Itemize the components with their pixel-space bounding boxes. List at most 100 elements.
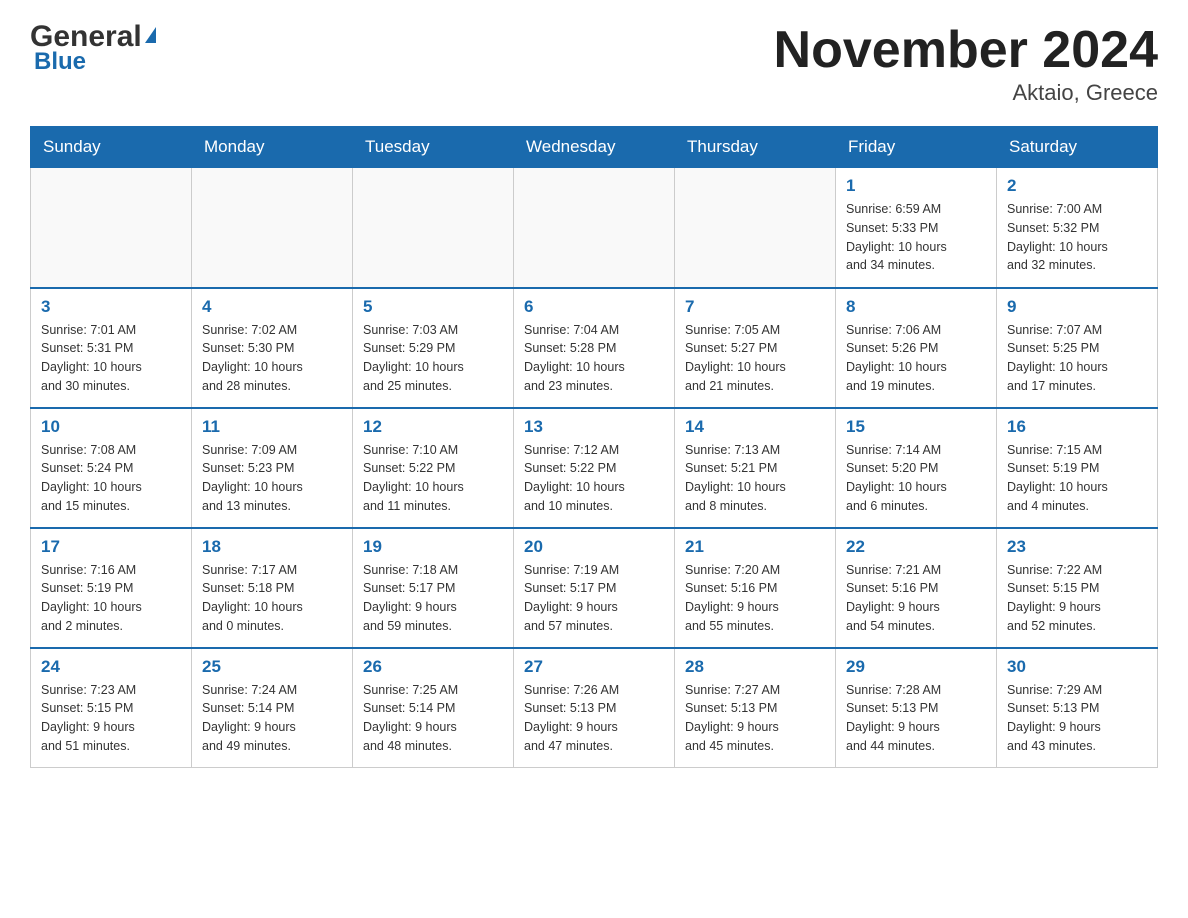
day-number: 4 [202,297,342,317]
day-info: Sunrise: 7:01 AM Sunset: 5:31 PM Dayligh… [41,321,181,396]
calendar-cell: 16 Sunrise: 7:15 AM Sunset: 5:19 PM Dayli… [997,408,1158,528]
header-saturday: Saturday [997,127,1158,168]
day-info: Sunrise: 7:13 AM Sunset: 5:21 PM Dayligh… [685,441,825,516]
day-info: Sunrise: 6:59 AM Sunset: 5:33 PM Dayligh… [846,200,986,275]
day-number: 28 [685,657,825,677]
day-number: 27 [524,657,664,677]
calendar-cell: 3 Sunrise: 7:01 AM Sunset: 5:31 PM Daylig… [31,288,192,408]
title-block: November 2024 Aktaio, Greece [774,20,1158,106]
day-number: 19 [363,537,503,557]
day-info: Sunrise: 7:24 AM Sunset: 5:14 PM Dayligh… [202,681,342,756]
day-info: Sunrise: 7:20 AM Sunset: 5:16 PM Dayligh… [685,561,825,636]
day-info: Sunrise: 7:17 AM Sunset: 5:18 PM Dayligh… [202,561,342,636]
calendar-table: SundayMondayTuesdayWednesdayThursdayFrid… [30,126,1158,768]
calendar-cell [192,168,353,288]
day-info: Sunrise: 7:16 AM Sunset: 5:19 PM Dayligh… [41,561,181,636]
calendar-cell: 14 Sunrise: 7:13 AM Sunset: 5:21 PM Dayli… [675,408,836,528]
calendar-cell: 8Sunrise: 7:06 AM Sunset: 5:26 PM Daylig… [836,288,997,408]
month-title: November 2024 [774,20,1158,80]
calendar-cell: 24 Sunrise: 7:23 AM Sunset: 5:15 PM Dayli… [31,648,192,768]
calendar-cell [675,168,836,288]
day-number: 26 [363,657,503,677]
day-number: 25 [202,657,342,677]
day-info: Sunrise: 7:06 AM Sunset: 5:26 PM Dayligh… [846,321,986,396]
calendar-cell: 22Sunrise: 7:21 AM Sunset: 5:16 PM Dayli… [836,528,997,648]
day-number: 13 [524,417,664,437]
day-info: Sunrise: 7:19 AM Sunset: 5:17 PM Dayligh… [524,561,664,636]
day-number: 3 [41,297,181,317]
calendar-cell: 10 Sunrise: 7:08 AM Sunset: 5:24 PM Dayli… [31,408,192,528]
day-info: Sunrise: 7:23 AM Sunset: 5:15 PM Dayligh… [41,681,181,756]
calendar-cell: 4 Sunrise: 7:02 AM Sunset: 5:30 PM Daylig… [192,288,353,408]
day-number: 20 [524,537,664,557]
calendar-cell: 20 Sunrise: 7:19 AM Sunset: 5:17 PM Dayli… [514,528,675,648]
day-info: Sunrise: 7:26 AM Sunset: 5:13 PM Dayligh… [524,681,664,756]
logo-triangle-icon [145,27,156,43]
day-number: 14 [685,417,825,437]
day-info: Sunrise: 7:14 AM Sunset: 5:20 PM Dayligh… [846,441,986,516]
calendar-cell: 9 Sunrise: 7:07 AM Sunset: 5:25 PM Daylig… [997,288,1158,408]
day-info: Sunrise: 7:15 AM Sunset: 5:19 PM Dayligh… [1007,441,1147,516]
day-info: Sunrise: 7:09 AM Sunset: 5:23 PM Dayligh… [202,441,342,516]
week-row-3: 17Sunrise: 7:16 AM Sunset: 5:19 PM Dayli… [31,528,1158,648]
calendar-cell: 6 Sunrise: 7:04 AM Sunset: 5:28 PM Daylig… [514,288,675,408]
header-wednesday: Wednesday [514,127,675,168]
calendar-cell: 19 Sunrise: 7:18 AM Sunset: 5:17 PM Dayli… [353,528,514,648]
day-info: Sunrise: 7:05 AM Sunset: 5:27 PM Dayligh… [685,321,825,396]
header-thursday: Thursday [675,127,836,168]
calendar-cell: 5Sunrise: 7:03 AM Sunset: 5:29 PM Daylig… [353,288,514,408]
calendar-cell: 29 Sunrise: 7:28 AM Sunset: 5:13 PM Dayli… [836,648,997,768]
day-info: Sunrise: 7:04 AM Sunset: 5:28 PM Dayligh… [524,321,664,396]
day-info: Sunrise: 7:07 AM Sunset: 5:25 PM Dayligh… [1007,321,1147,396]
logo: General Blue [30,20,156,76]
week-row-1: 3 Sunrise: 7:01 AM Sunset: 5:31 PM Daylig… [31,288,1158,408]
day-number: 1 [846,176,986,196]
location-text: Aktaio, Greece [774,80,1158,106]
day-number: 16 [1007,417,1147,437]
day-number: 7 [685,297,825,317]
calendar-cell: 21 Sunrise: 7:20 AM Sunset: 5:16 PM Dayli… [675,528,836,648]
day-number: 24 [41,657,181,677]
day-number: 30 [1007,657,1147,677]
calendar-cell: 27 Sunrise: 7:26 AM Sunset: 5:13 PM Dayli… [514,648,675,768]
header-monday: Monday [192,127,353,168]
calendar-cell: 13Sunrise: 7:12 AM Sunset: 5:22 PM Dayli… [514,408,675,528]
day-info: Sunrise: 7:18 AM Sunset: 5:17 PM Dayligh… [363,561,503,636]
calendar-cell [353,168,514,288]
day-info: Sunrise: 7:10 AM Sunset: 5:22 PM Dayligh… [363,441,503,516]
calendar-cell: 17Sunrise: 7:16 AM Sunset: 5:19 PM Dayli… [31,528,192,648]
week-row-2: 10 Sunrise: 7:08 AM Sunset: 5:24 PM Dayli… [31,408,1158,528]
page-header: General Blue November 2024 Aktaio, Greec… [30,20,1158,106]
day-number: 29 [846,657,986,677]
day-number: 9 [1007,297,1147,317]
calendar-cell [31,168,192,288]
calendar-cell: 2 Sunrise: 7:00 AM Sunset: 5:32 PM Daylig… [997,168,1158,288]
day-info: Sunrise: 7:29 AM Sunset: 5:13 PM Dayligh… [1007,681,1147,756]
day-number: 10 [41,417,181,437]
header-tuesday: Tuesday [353,127,514,168]
day-info: Sunrise: 7:21 AM Sunset: 5:16 PM Dayligh… [846,561,986,636]
calendar-cell: 12 Sunrise: 7:10 AM Sunset: 5:22 PM Dayli… [353,408,514,528]
day-info: Sunrise: 7:02 AM Sunset: 5:30 PM Dayligh… [202,321,342,396]
calendar-cell: 26Sunrise: 7:25 AM Sunset: 5:14 PM Dayli… [353,648,514,768]
calendar-cell [514,168,675,288]
header-sunday: Sunday [31,127,192,168]
day-info: Sunrise: 7:28 AM Sunset: 5:13 PM Dayligh… [846,681,986,756]
week-row-4: 24 Sunrise: 7:23 AM Sunset: 5:15 PM Dayli… [31,648,1158,768]
calendar-cell: 25 Sunrise: 7:24 AM Sunset: 5:14 PM Dayli… [192,648,353,768]
day-info: Sunrise: 7:27 AM Sunset: 5:13 PM Dayligh… [685,681,825,756]
day-number: 2 [1007,176,1147,196]
day-number: 12 [363,417,503,437]
calendar-cell: 28 Sunrise: 7:27 AM Sunset: 5:13 PM Dayli… [675,648,836,768]
week-row-0: 1 Sunrise: 6:59 AM Sunset: 5:33 PM Daylig… [31,168,1158,288]
day-number: 18 [202,537,342,557]
day-info: Sunrise: 7:08 AM Sunset: 5:24 PM Dayligh… [41,441,181,516]
day-number: 15 [846,417,986,437]
calendar-cell: 15 Sunrise: 7:14 AM Sunset: 5:20 PM Dayli… [836,408,997,528]
day-number: 6 [524,297,664,317]
calendar-cell: 18 Sunrise: 7:17 AM Sunset: 5:18 PM Dayli… [192,528,353,648]
logo-blue-text: Blue [34,48,86,76]
day-info: Sunrise: 7:00 AM Sunset: 5:32 PM Dayligh… [1007,200,1147,275]
day-number: 21 [685,537,825,557]
calendar-cell: 7 Sunrise: 7:05 AM Sunset: 5:27 PM Daylig… [675,288,836,408]
